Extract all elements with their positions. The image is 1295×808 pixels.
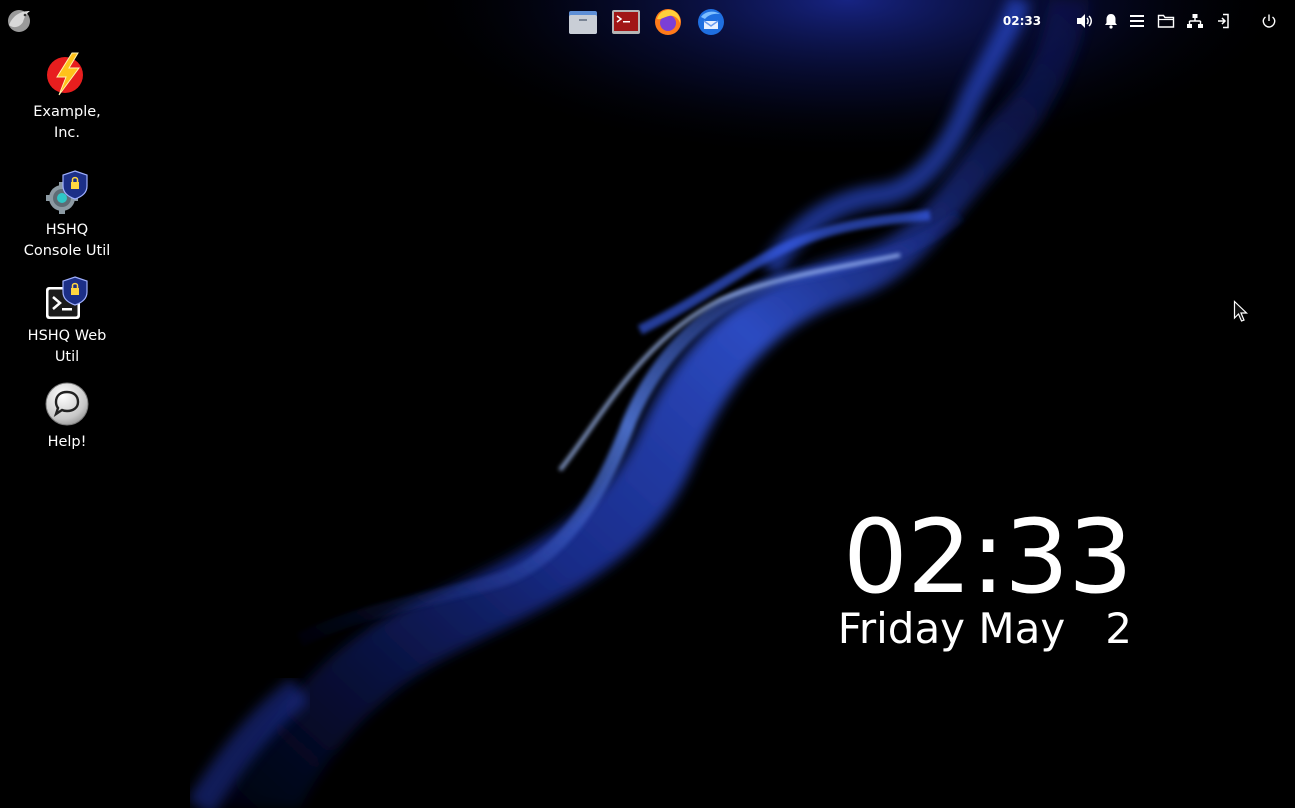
desktop-icon-label: HSHQ Console Util [23, 222, 111, 259]
lightning-bolt-icon [43, 50, 91, 98]
panel-clock[interactable]: 02:33 [1000, 11, 1044, 31]
firefox-icon [655, 9, 681, 35]
notifications-button[interactable] [1100, 10, 1122, 32]
desktop-icon-example-inc[interactable]: Example, Inc. [17, 50, 117, 144]
folder-icon [1157, 14, 1175, 28]
volume-button[interactable] [1073, 10, 1095, 32]
logout-icon [1218, 13, 1229, 29]
desktop-icon-label: Example, Inc. [33, 104, 101, 141]
desktop[interactable]: 02:33 Example, Inc. HSHQ Console Util HS… [0, 0, 1295, 808]
network-button[interactable] [1184, 10, 1206, 32]
power-button[interactable] [1258, 10, 1280, 32]
logout-button[interactable] [1212, 10, 1234, 32]
desktop-icon-hshq-console-util[interactable]: HSHQ Console Util [17, 168, 117, 262]
terminal-launcher[interactable] [609, 5, 643, 39]
hamburger-menu-icon [1130, 15, 1144, 27]
clock-time: 02:33 [843, 498, 1133, 617]
terminal-icon [612, 10, 640, 34]
bird-logo-icon [8, 10, 30, 32]
wallpaper [0, 0, 1295, 808]
desktop-icon-label: HSHQ Web Util [27, 328, 107, 365]
gear-shield-icon [43, 168, 91, 216]
thunderbird-icon [698, 9, 724, 35]
places-button[interactable] [1155, 10, 1177, 32]
network-icon [1187, 14, 1203, 28]
menu-button[interactable] [1126, 10, 1148, 32]
desktop-icon-help[interactable]: Help! [17, 380, 117, 453]
clock-date: Friday May 2 [837, 604, 1132, 653]
desktop-icon-label: Help! [47, 434, 87, 450]
thunderbird-launcher[interactable] [694, 5, 728, 39]
file-manager-launcher[interactable] [566, 5, 600, 39]
application-menu-button[interactable] [3, 4, 35, 36]
mouse-cursor-icon [1233, 300, 1248, 322]
top-panel: 02:33 [0, 0, 1295, 42]
bell-icon [1105, 14, 1117, 29]
terminal-shield-icon [43, 274, 91, 322]
desktop-icon-hshq-web-util[interactable]: HSHQ Web Util [17, 274, 117, 368]
power-icon [1262, 14, 1276, 28]
speech-bubble-icon [43, 380, 91, 428]
clock-widget: 02:33 Friday May 2 [837, 498, 1140, 660]
firefox-launcher[interactable] [651, 5, 685, 39]
file-manager-icon [569, 11, 597, 34]
volume-icon [1077, 14, 1092, 28]
